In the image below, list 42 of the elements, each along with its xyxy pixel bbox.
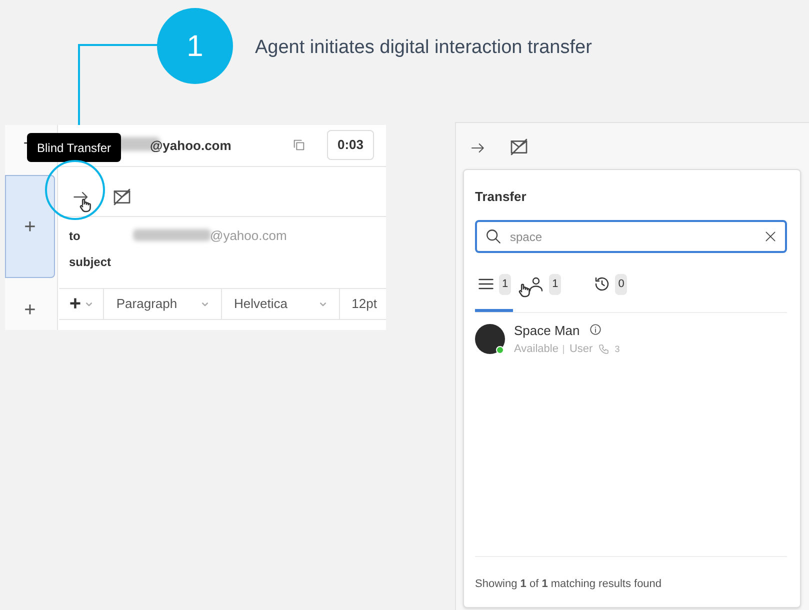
extension-count: 3 (614, 342, 620, 356)
contact-type: User (569, 342, 593, 357)
sidebar-tab[interactable]: + (5, 175, 55, 278)
sidebar-tab[interactable]: + (5, 290, 55, 330)
recipient-email: @yahoo.com (210, 227, 287, 245)
contact-name: Space Man (514, 322, 580, 340)
field-label: to (69, 228, 80, 245)
hand-cursor-icon (77, 197, 93, 214)
search-field[interactable]: space (475, 220, 787, 253)
filter-tab[interactable]: 0 (591, 274, 630, 312)
popover-title: Transfer (475, 188, 526, 206)
filter-tab[interactable]: 1 (475, 274, 514, 312)
results-summary: Showing 1 of 1 matching results found (475, 577, 662, 592)
mail-slash-icon[interactable] (508, 137, 530, 157)
search-icon (485, 228, 502, 245)
phone-icon (598, 343, 610, 356)
result-row[interactable]: Space Man Available User 3 (475, 321, 787, 357)
caret-icon (201, 300, 210, 308)
tooltip: Blind Transfer (27, 133, 122, 162)
font-size-dropdown[interactable]: 12pt (340, 289, 386, 319)
callout-text: Agent initiates digital interaction transfer (255, 36, 592, 60)
contact-status: Available (514, 342, 558, 357)
count-badge: 1 (549, 274, 562, 294)
count-badge: 0 (615, 274, 628, 294)
format-dropdown[interactable]: Helvetica (222, 289, 340, 319)
step-number: 1 (157, 8, 233, 84)
info-icon[interactable] (589, 323, 602, 336)
mail-slash-icon[interactable] (111, 187, 133, 207)
caret-icon (85, 300, 94, 308)
field-label: subject (69, 254, 112, 271)
avatar (475, 324, 505, 354)
person-icon (527, 275, 546, 294)
count-badge: 1 (499, 274, 512, 294)
copy-icon[interactable] (292, 138, 306, 152)
format-dropdown[interactable]: Paragraph (104, 289, 222, 319)
insert-button[interactable]: + (59, 289, 104, 319)
hand-cursor-icon (516, 282, 532, 299)
timer: 0:03 (327, 130, 374, 160)
clear-icon[interactable] (764, 230, 777, 243)
sender-email: @yahoo.com (150, 137, 232, 155)
caret-icon (318, 300, 327, 308)
history-icon (593, 275, 612, 294)
